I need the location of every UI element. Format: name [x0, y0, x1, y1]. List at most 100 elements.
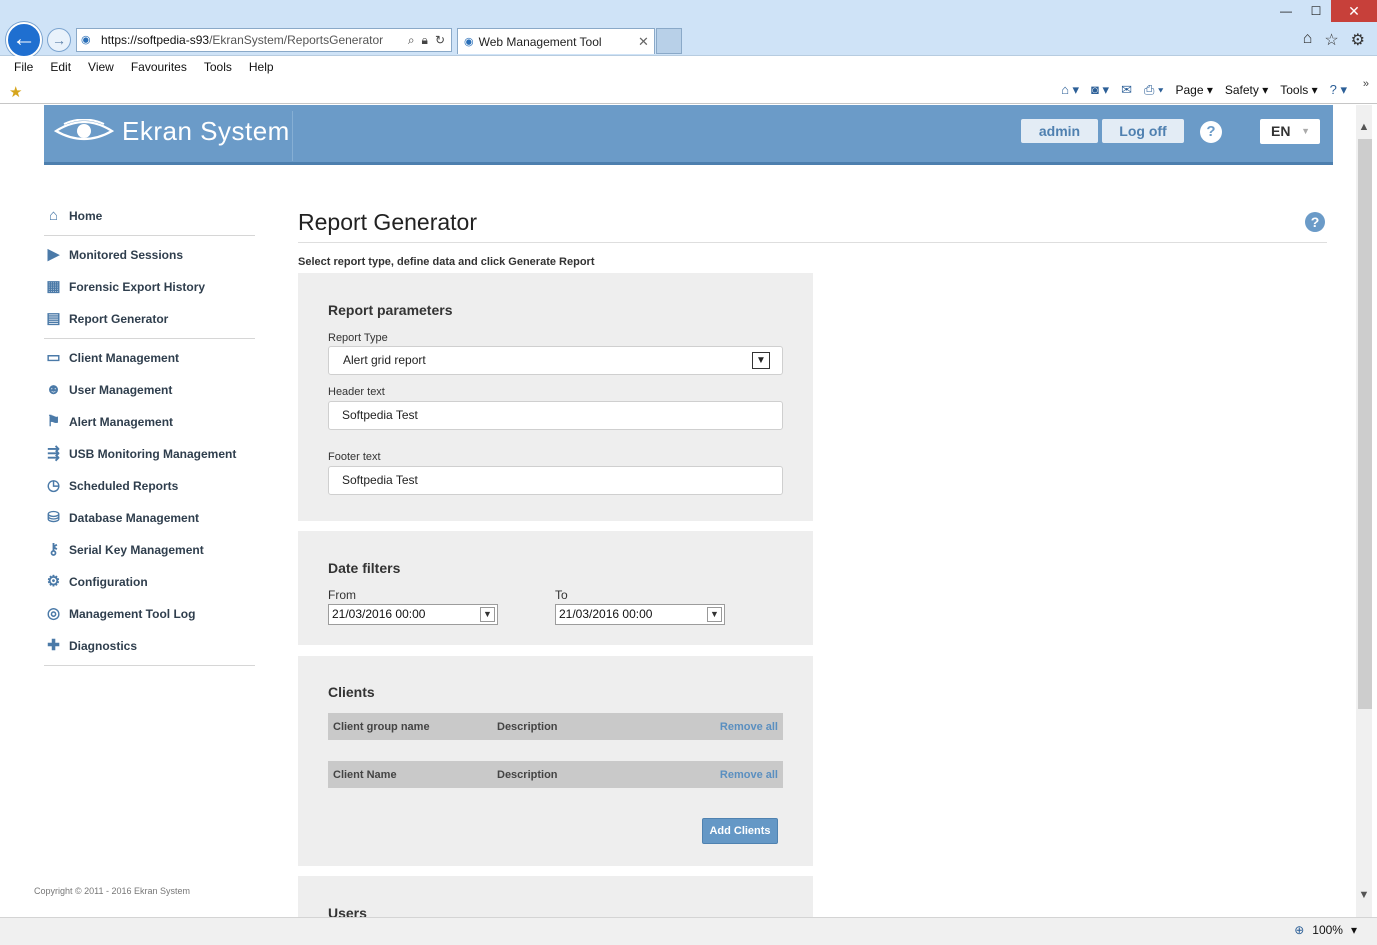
chevron-more-icon[interactable]: » [1363, 78, 1369, 90]
favorites-star-icon[interactable]: ☆ [1324, 30, 1338, 50]
close-tab-icon[interactable]: ✕ [638, 34, 654, 50]
ie-page-icon: ◉ [81, 34, 91, 46]
report-type-value: Alert grid report [343, 353, 426, 367]
zoom-control[interactable]: ⊕ 100% ▾ [1294, 923, 1357, 937]
status-bar: ⊕ 100% ▾ [0, 917, 1377, 945]
client-table-header: Client Name Description Remove all [328, 761, 783, 788]
address-bar[interactable]: ◉ https://softpedia-s93/EkranSystem/Repo… [76, 28, 452, 52]
back-arrow-icon[interactable]: ← [6, 22, 42, 58]
sidebar-item-label: User Management [69, 383, 173, 397]
language-select[interactable]: EN ▼ [1260, 119, 1320, 144]
sidebar-item-label: Alert Management [69, 415, 174, 429]
sidebar-item-label: Scheduled Reports [69, 479, 179, 493]
new-tab-button[interactable] [656, 28, 682, 54]
page-title: Report Generator [298, 209, 477, 235]
from-date-input[interactable]: 21/03/2016 00:00 ▼ [328, 604, 498, 625]
sidebar-item-scheduled-reports[interactable]: ◷ Scheduled Reports [44, 470, 255, 502]
rss-feed-icon[interactable]: ◙ ▾ [1091, 82, 1109, 98]
refresh-icon[interactable]: ↻ [435, 33, 445, 48]
remove-all-groups-link[interactable]: Remove all [720, 721, 778, 733]
sidebar-item-alert-management[interactable]: ⚑ Alert Management [44, 406, 255, 438]
log-icon: ◎ [46, 605, 61, 622]
add-favorite-icon[interactable]: ★ [9, 83, 22, 101]
sidebar-item-monitored-sessions[interactable]: ▶ Monitored Sessions [44, 239, 255, 271]
main-content: Report Generator ? Select report type, d… [298, 205, 1327, 917]
close-window-icon[interactable]: ✕ [1331, 0, 1377, 22]
menu-favourites[interactable]: Favourites [131, 60, 187, 74]
ie-tab-icon: ◉ [464, 36, 474, 48]
add-clients-button[interactable]: Add Clients [702, 818, 778, 844]
remove-all-clients-link[interactable]: Remove all [720, 769, 778, 781]
scroll-thumb[interactable] [1358, 139, 1372, 709]
database-icon: ⛁ [47, 509, 60, 526]
report-icon: ▤ [46, 310, 61, 327]
menu-tools[interactable]: Tools [204, 60, 232, 74]
menu-view[interactable]: View [88, 60, 114, 74]
sidebar-item-configuration[interactable]: ⚙ Configuration [44, 566, 255, 598]
to-date-input[interactable]: 21/03/2016 00:00 ▼ [555, 604, 725, 625]
mail-icon[interactable]: ✉ [1121, 82, 1132, 98]
admin-button[interactable]: admin [1021, 119, 1098, 143]
header-help-icon[interactable]: ? [1200, 121, 1222, 143]
sidebar-item-report-generator[interactable]: ▤ Report Generator [44, 303, 255, 335]
sidebar-item-management-tool-log[interactable]: ◎ Management Tool Log [44, 598, 255, 630]
app-header: Ekran System admin Log off ? EN ▼ [44, 105, 1333, 165]
sidebar-item-serial-key-management[interactable]: ⚷ Serial Key Management [44, 534, 255, 566]
sidebar-item-forensic-export-history[interactable]: ▦ Forensic Export History [44, 271, 255, 303]
help-menu-icon[interactable]: ? ▾ [1330, 82, 1347, 98]
menu-file[interactable]: File [14, 60, 33, 74]
menu-edit[interactable]: Edit [50, 60, 71, 74]
report-type-select[interactable]: Alert grid report ▼ [328, 346, 783, 375]
sidebar-divider [44, 338, 255, 339]
home-cmd-icon[interactable]: ⌂ ▾ [1061, 82, 1079, 98]
clients-title: Clients [328, 684, 375, 700]
sidebar-item-home[interactable]: ⌂ Home [44, 200, 255, 232]
page-help-icon[interactable]: ? [1305, 212, 1325, 232]
from-label: From [328, 588, 356, 602]
menu-bar: File Edit View Favourites Tools Help [0, 56, 1377, 78]
report-parameters-title: Report parameters [328, 302, 453, 318]
header-divider [292, 111, 293, 161]
maximize-icon[interactable]: ☐ [1301, 0, 1331, 22]
lock-icon[interactable]: 🔒︎ [422, 33, 428, 48]
clients-panel: Clients Client group name Description Re… [298, 656, 813, 866]
print-icon[interactable]: ⎙ ▾ [1144, 82, 1163, 98]
chevron-down-icon: ▼ [1301, 126, 1310, 136]
safety-menu[interactable]: Safety ▾ [1225, 83, 1268, 97]
home-browser-icon[interactable]: ⌂ [1303, 30, 1313, 50]
page-menu[interactable]: Page ▾ [1175, 83, 1212, 97]
sidebar-item-client-management[interactable]: ▭ Client Management [44, 342, 255, 374]
eye-logo-icon [54, 119, 114, 141]
settings-gear-icon[interactable]: ⚙ [1351, 30, 1365, 50]
client-group-table-header: Client group name Description Remove all [328, 713, 783, 740]
header-text-input[interactable]: Softpedia Test [328, 401, 783, 430]
address-url[interactable]: https://softpedia-s93/EkranSystem/Report… [101, 33, 408, 47]
calendar-dropdown-icon[interactable]: ▼ [480, 607, 495, 622]
sidebar-item-label: Configuration [69, 575, 148, 589]
sidebar-item-label: Diagnostics [69, 639, 138, 653]
tools-menu[interactable]: Tools ▾ [1280, 83, 1317, 97]
sidebar-item-database-management[interactable]: ⛁ Database Management [44, 502, 255, 534]
page-subtitle: Select report type, define data and clic… [298, 256, 595, 268]
report-type-label: Report Type [328, 332, 388, 344]
film-icon: ▦ [46, 278, 61, 295]
usb-icon: ⇶ [47, 445, 60, 462]
forward-arrow-icon[interactable]: → [47, 28, 71, 52]
sidebar-item-usb-monitoring-management[interactable]: ⇶ USB Monitoring Management [44, 438, 255, 470]
tab-web-management-tool[interactable]: ◉ Web Management Tool ✕ [457, 28, 655, 54]
search-icon[interactable]: ⌕ [408, 33, 415, 48]
command-bar: ★ ⌂ ▾ ◙ ▾ ✉ ⎙ ▾ Page ▾ Safety ▾ Tools ▾ … [0, 78, 1377, 104]
scroll-down-icon[interactable]: ▼ [1356, 887, 1372, 903]
calendar-dropdown-icon[interactable]: ▼ [707, 607, 722, 622]
sidebar-item-user-management[interactable]: ☻ User Management [44, 374, 255, 406]
vertical-scrollbar[interactable]: ▲ ▼ [1356, 105, 1372, 917]
menu-help[interactable]: Help [249, 60, 274, 74]
page-content: Ekran System admin Log off ? EN ▼ ⌂ Home ▶… [0, 105, 1356, 917]
footer-text-input[interactable]: Softpedia Test [328, 466, 783, 495]
sidebar-item-label: USB Monitoring Management [69, 447, 237, 461]
sidebar-item-diagnostics[interactable]: ✚ Diagnostics [44, 630, 255, 662]
column-client-name: Client Name [333, 768, 397, 781]
logoff-button[interactable]: Log off [1102, 119, 1184, 143]
scroll-up-icon[interactable]: ▲ [1356, 119, 1372, 135]
minimize-icon[interactable]: — [1271, 0, 1301, 22]
